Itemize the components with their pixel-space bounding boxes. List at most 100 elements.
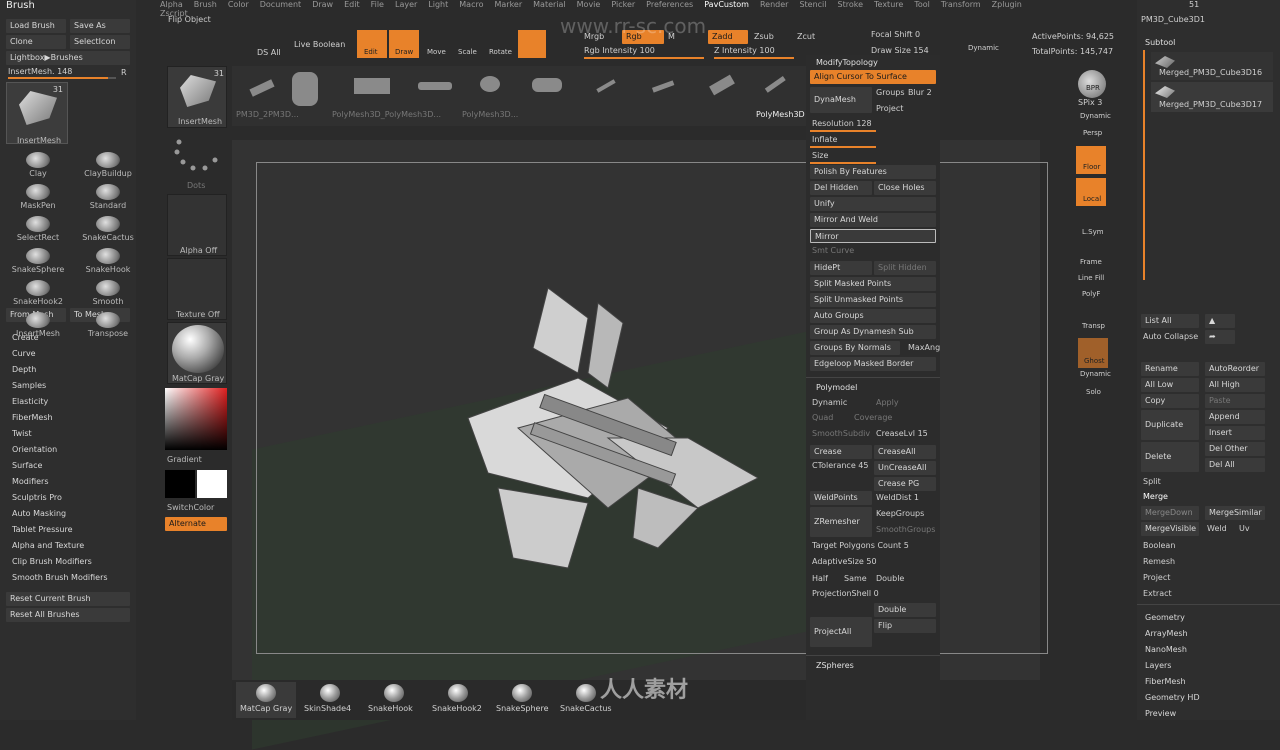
insertmesh-size-slider[interactable]: InsertMesh. 148 [8, 67, 72, 76]
brush-snakehook2[interactable]: SnakeHook2 [8, 280, 68, 306]
subtool-item[interactable]: Merged_PM3D_Cube3D16 [1151, 52, 1273, 80]
maxang-slider[interactable]: MaxAng [908, 343, 940, 352]
brush-menu-orientation[interactable]: Orientation [0, 442, 136, 458]
menu-edit[interactable]: Edit [344, 0, 360, 9]
menu-stencil[interactable]: Stencil [799, 0, 826, 9]
rgb-intensity-slider[interactable]: Rgb Intensity 100 [584, 46, 655, 55]
auto-groups-button[interactable]: Auto Groups [810, 309, 936, 323]
brush-claybuildup[interactable]: ClayBuildup [78, 152, 138, 178]
top-tool-name[interactable]: PM3D_Cube3D1 [1141, 15, 1205, 24]
zsub-button[interactable]: Zsub [754, 32, 774, 41]
project-toggle[interactable]: Project [876, 104, 903, 113]
gradient-label[interactable]: Gradient [167, 455, 202, 464]
reset-current-brush-button[interactable]: Reset Current Brush [6, 592, 130, 606]
z-intensity-slider[interactable]: Z Intensity 100 [714, 46, 775, 55]
extract-menu[interactable]: Extract [1143, 589, 1172, 598]
menu-file[interactable]: File [371, 0, 384, 9]
brush-selectrect[interactable]: SelectRect [8, 216, 68, 242]
hidept-button[interactable]: HidePt [810, 261, 872, 275]
copy-button[interactable]: Copy [1141, 394, 1199, 408]
brush-insertmesh[interactable]: InsertMesh [8, 312, 68, 338]
creaselvl-slider[interactable]: CreaseLvl 15 [876, 429, 928, 438]
merge-down-button[interactable]: MergeDown [1141, 506, 1199, 520]
clone-button[interactable]: Clone [6, 35, 66, 49]
menu-layer[interactable]: Layer [395, 0, 417, 9]
brush-menu-curve[interactable]: Curve [0, 346, 136, 362]
polish-by-features-button[interactable]: Polish By Features [810, 165, 936, 179]
remesh-menu[interactable]: Remesh [1143, 557, 1175, 566]
double-project-button[interactable]: Double [874, 603, 936, 617]
menu-light[interactable]: Light [428, 0, 448, 9]
lsym-button[interactable]: L.Sym [1082, 228, 1104, 236]
brush-snakecactus[interactable]: SnakeCactus [78, 216, 138, 242]
scale-button[interactable]: Scale [454, 30, 482, 58]
menu-picker[interactable]: Picker [611, 0, 635, 9]
stroke-dots-thumb[interactable]: Dots [167, 130, 227, 192]
tool-menu-nanomesh[interactable]: NanoMesh [1145, 642, 1275, 658]
menu-render[interactable]: Render [760, 0, 788, 9]
flip-object-button[interactable]: Flip Object [168, 15, 211, 24]
tool-menu-layers[interactable]: Layers [1145, 658, 1275, 674]
strip-item-skinshade4[interactable]: SkinShade4 [300, 682, 360, 718]
brush-snakehook[interactable]: SnakeHook [78, 248, 138, 274]
alternate-button[interactable]: Alternate [165, 517, 227, 531]
brush-transpose[interactable]: Transpose [78, 312, 138, 338]
menu-pavcustom[interactable]: PavCustom [704, 0, 749, 9]
edit-button[interactable]: Edit [357, 30, 387, 58]
uncrease-all-button[interactable]: UnCreaseAll [874, 461, 936, 475]
menu-texture[interactable]: Texture [874, 0, 903, 9]
split-unmasked-button[interactable]: Split Unmasked Points [810, 293, 936, 307]
polymodel-title[interactable]: Polymodel [816, 383, 857, 392]
duplicate-button[interactable]: Duplicate [1141, 410, 1199, 440]
crease-button[interactable]: Crease [810, 445, 872, 459]
ctolerance-slider[interactable]: CTolerance 45 [812, 461, 868, 470]
dynamic-solo-button[interactable]: Dynamic [1080, 370, 1111, 378]
menu-marker[interactable]: Marker [494, 0, 522, 9]
brush-standard[interactable]: Standard [78, 184, 138, 210]
menu-stroke[interactable]: Stroke [838, 0, 864, 9]
brush-menu-depth[interactable]: Depth [0, 362, 136, 378]
floor-button[interactable]: Floor [1076, 146, 1106, 174]
brush-maskpen[interactable]: MaskPen [8, 184, 68, 210]
shelf-label-3[interactable]: PolyMesh3D... [462, 110, 518, 119]
del-all-button[interactable]: Del All [1205, 458, 1265, 472]
same-button[interactable]: Same [844, 574, 867, 583]
shelf-label-1[interactable]: PM3D_2PM3D... [236, 110, 299, 119]
merge-similar-button[interactable]: MergeSimilar [1205, 506, 1265, 520]
crease-all-button[interactable]: CreaseAll [874, 445, 936, 459]
subtool-title[interactable]: Subtool [1145, 38, 1175, 47]
live-boolean-button[interactable]: Live Boolean [294, 40, 345, 49]
strip-item-snakecactus[interactable]: SnakeCactus [556, 682, 616, 718]
spix-slider[interactable]: SPix 3 [1078, 98, 1102, 107]
focal-shift-slider[interactable]: Focal Shift 0 [871, 30, 920, 39]
delete-button[interactable]: Delete [1141, 442, 1199, 472]
split-menu[interactable]: Split [1143, 477, 1161, 486]
dynamic-toggle[interactable]: Dynamic [812, 398, 847, 407]
menu-macro[interactable]: Macro [459, 0, 483, 9]
double-button[interactable]: Double [876, 574, 904, 583]
menu-color[interactable]: Color [228, 0, 249, 9]
rotate-button[interactable]: Rotate [486, 30, 514, 58]
brush-menu-clip-brush-modifiers[interactable]: Clip Brush Modifiers [0, 554, 136, 570]
dynamic-persp-button[interactable]: Dynamic [1080, 112, 1111, 120]
insert-button[interactable]: Insert [1205, 426, 1265, 440]
brush-menu-fibermesh[interactable]: FiberMesh [0, 410, 136, 426]
groups-by-normals-button[interactable]: Groups By Normals [810, 341, 900, 355]
auto-collapse-button[interactable]: Auto Collapse [1143, 332, 1198, 341]
boolean-menu[interactable]: Boolean [1143, 541, 1175, 550]
merge-visible-button[interactable]: MergeVisible [1141, 522, 1199, 536]
menu-transform[interactable]: Transform [941, 0, 981, 9]
r-toggle[interactable]: R [121, 68, 127, 77]
menu-tool[interactable]: Tool [914, 0, 930, 9]
split-hidden-button[interactable]: Split Hidden [874, 261, 936, 275]
brush-menu-elasticity[interactable]: Elasticity [0, 394, 136, 410]
spaceship-model[interactable] [458, 278, 758, 578]
tool-menu-geometry-hd[interactable]: Geometry HD [1145, 690, 1275, 706]
welddist-slider[interactable]: WeldDist 1 [876, 493, 919, 502]
coverage-slider[interactable]: Coverage [854, 413, 892, 422]
target-polygons-slider[interactable]: Target Polygons Count 5 [812, 541, 909, 550]
project-menu[interactable]: Project [1143, 573, 1170, 582]
ds-all-button[interactable]: DS All [257, 48, 281, 57]
menu-alpha[interactable]: Alpha [160, 0, 183, 9]
ghost-button[interactable]: Ghost [1078, 338, 1108, 368]
